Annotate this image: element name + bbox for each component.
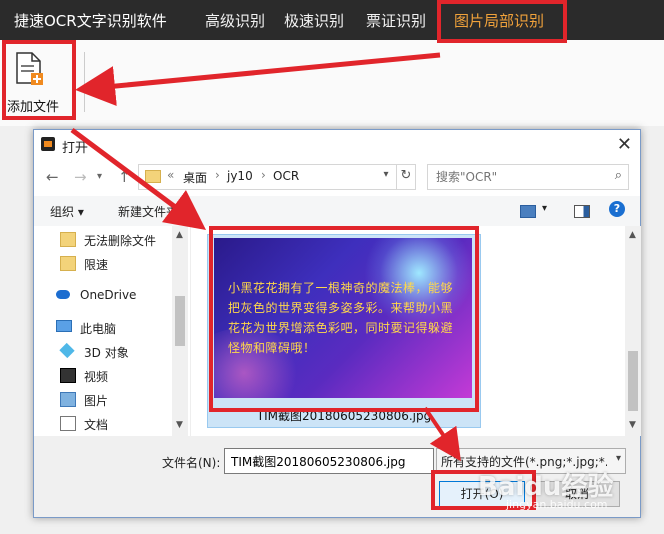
annotation-arrows <box>70 52 461 462</box>
watermark-url: jingyan.baidu.com <box>506 498 608 511</box>
arrow-to-open-button <box>423 406 461 462</box>
arrow-to-add-file <box>75 52 441 107</box>
arrow-to-file <box>70 127 207 230</box>
